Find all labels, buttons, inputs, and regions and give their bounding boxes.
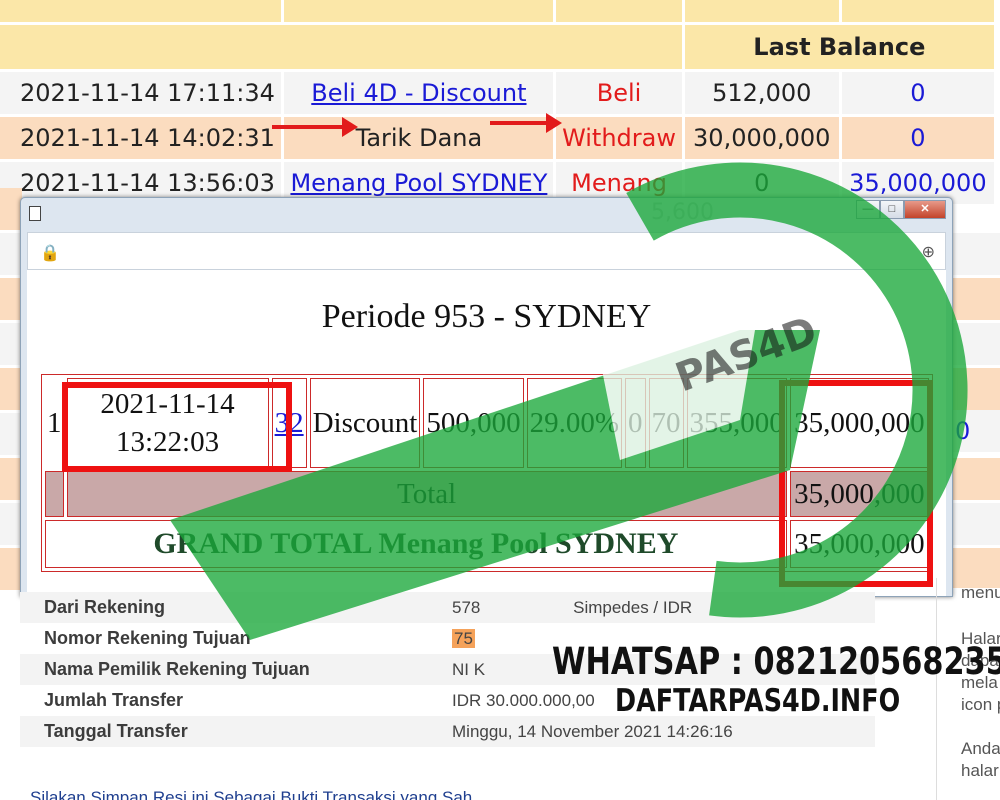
transaction-table: Last Balance 2021-11-14 17:11:34 Beli 4D… bbox=[0, 0, 997, 207]
discount-pct: 29.00% bbox=[526, 378, 622, 468]
side-panel: menu Halar dapa mela icon p Anda halar bbox=[936, 578, 1000, 800]
bank-label: Tanggal Transfer bbox=[44, 721, 188, 741]
zoom-icon[interactable]: ⊕ bbox=[922, 242, 935, 262]
winnings-highlight bbox=[779, 380, 933, 587]
tx-date: 2021-11-14 14:02:31 bbox=[0, 117, 282, 159]
side-text: menu bbox=[961, 583, 1000, 602]
datetime-highlight bbox=[62, 382, 292, 472]
multiplier: 70 bbox=[648, 378, 684, 468]
receipt-footnote-link[interactable]: Silakan Simpan Resi ini Sebagai Bukti Tr… bbox=[30, 788, 472, 800]
tx-desc-link[interactable]: Beli 4D - Discount bbox=[284, 72, 554, 114]
address-bar[interactable]: 🔒 ⊕ bbox=[27, 232, 946, 270]
tx-date: 2021-11-14 17:11:34 bbox=[0, 72, 282, 114]
site-promo: DAFTARPAS4D.INFO bbox=[615, 683, 901, 719]
bank-label: Nomor Rekening Tujuan bbox=[44, 628, 251, 648]
bank-label: Dari Rekening bbox=[44, 597, 166, 617]
document-icon bbox=[29, 206, 41, 221]
partial-balance: 0 bbox=[953, 410, 1000, 452]
last-balance-header: Last Balance bbox=[684, 25, 994, 69]
tx-amount: 512,000 bbox=[684, 72, 839, 114]
side-text: icon p bbox=[961, 695, 1000, 714]
bank-extra: Simpedes / IDR bbox=[573, 598, 693, 617]
col-a: 0 bbox=[625, 378, 646, 468]
tx-balance: 0 bbox=[841, 72, 994, 114]
window-titlebar: 5,600 — □ ✕ bbox=[21, 198, 952, 232]
paid-amount: 355,000 bbox=[686, 378, 787, 468]
side-text: halar bbox=[961, 761, 999, 780]
game-type: Discount bbox=[309, 378, 421, 468]
side-text: Anda bbox=[961, 739, 1000, 758]
bank-label: Jumlah Transfer bbox=[44, 690, 184, 710]
bank-value: Minggu, 14 November 2021 14:26:16 bbox=[452, 722, 733, 741]
bank-label: Nama Pemilik Rekening Tujuan bbox=[44, 659, 310, 679]
tx-balance: 0 bbox=[841, 117, 994, 159]
close-icon[interactable]: ✕ bbox=[904, 200, 946, 219]
tx-type: Withdraw bbox=[556, 117, 682, 159]
bank-row: Tanggal Transfer Minggu, 14 November 202… bbox=[20, 716, 875, 747]
tx-type: Beli bbox=[556, 72, 682, 114]
lock-icon: 🔒 bbox=[40, 245, 60, 262]
red-arrow-icon bbox=[272, 117, 358, 137]
tx-amount: 30,000,000 bbox=[684, 117, 839, 159]
table-row: 2021-11-14 17:11:34 Beli 4D - Discount B… bbox=[0, 72, 994, 114]
table-header-row bbox=[0, 0, 994, 22]
bet-amount: 500,000 bbox=[423, 378, 524, 468]
table-subheader-row: Last Balance bbox=[0, 25, 994, 69]
maximize-icon[interactable]: □ bbox=[880, 200, 904, 219]
whatsapp-promo: WHATSAP : 082120568235 bbox=[552, 640, 1000, 683]
bank-row: Dari Rekening 578 Simpedes / IDR bbox=[20, 592, 875, 623]
total-label: Total bbox=[66, 471, 787, 517]
grand-total-label: GRAND TOTAL Menang Pool SYDNEY bbox=[45, 520, 787, 568]
minimize-icon[interactable]: — bbox=[856, 200, 880, 219]
row-number: 1 bbox=[47, 406, 62, 439]
red-arrow-icon bbox=[490, 113, 562, 133]
window-controls: — □ ✕ bbox=[856, 200, 946, 219]
bank-value: 75 bbox=[452, 629, 475, 648]
period-title: Periode 953 - SYDNEY bbox=[321, 298, 652, 335]
partial-amount: 5,600 bbox=[651, 200, 714, 225]
bank-value: 578 bbox=[452, 598, 481, 617]
